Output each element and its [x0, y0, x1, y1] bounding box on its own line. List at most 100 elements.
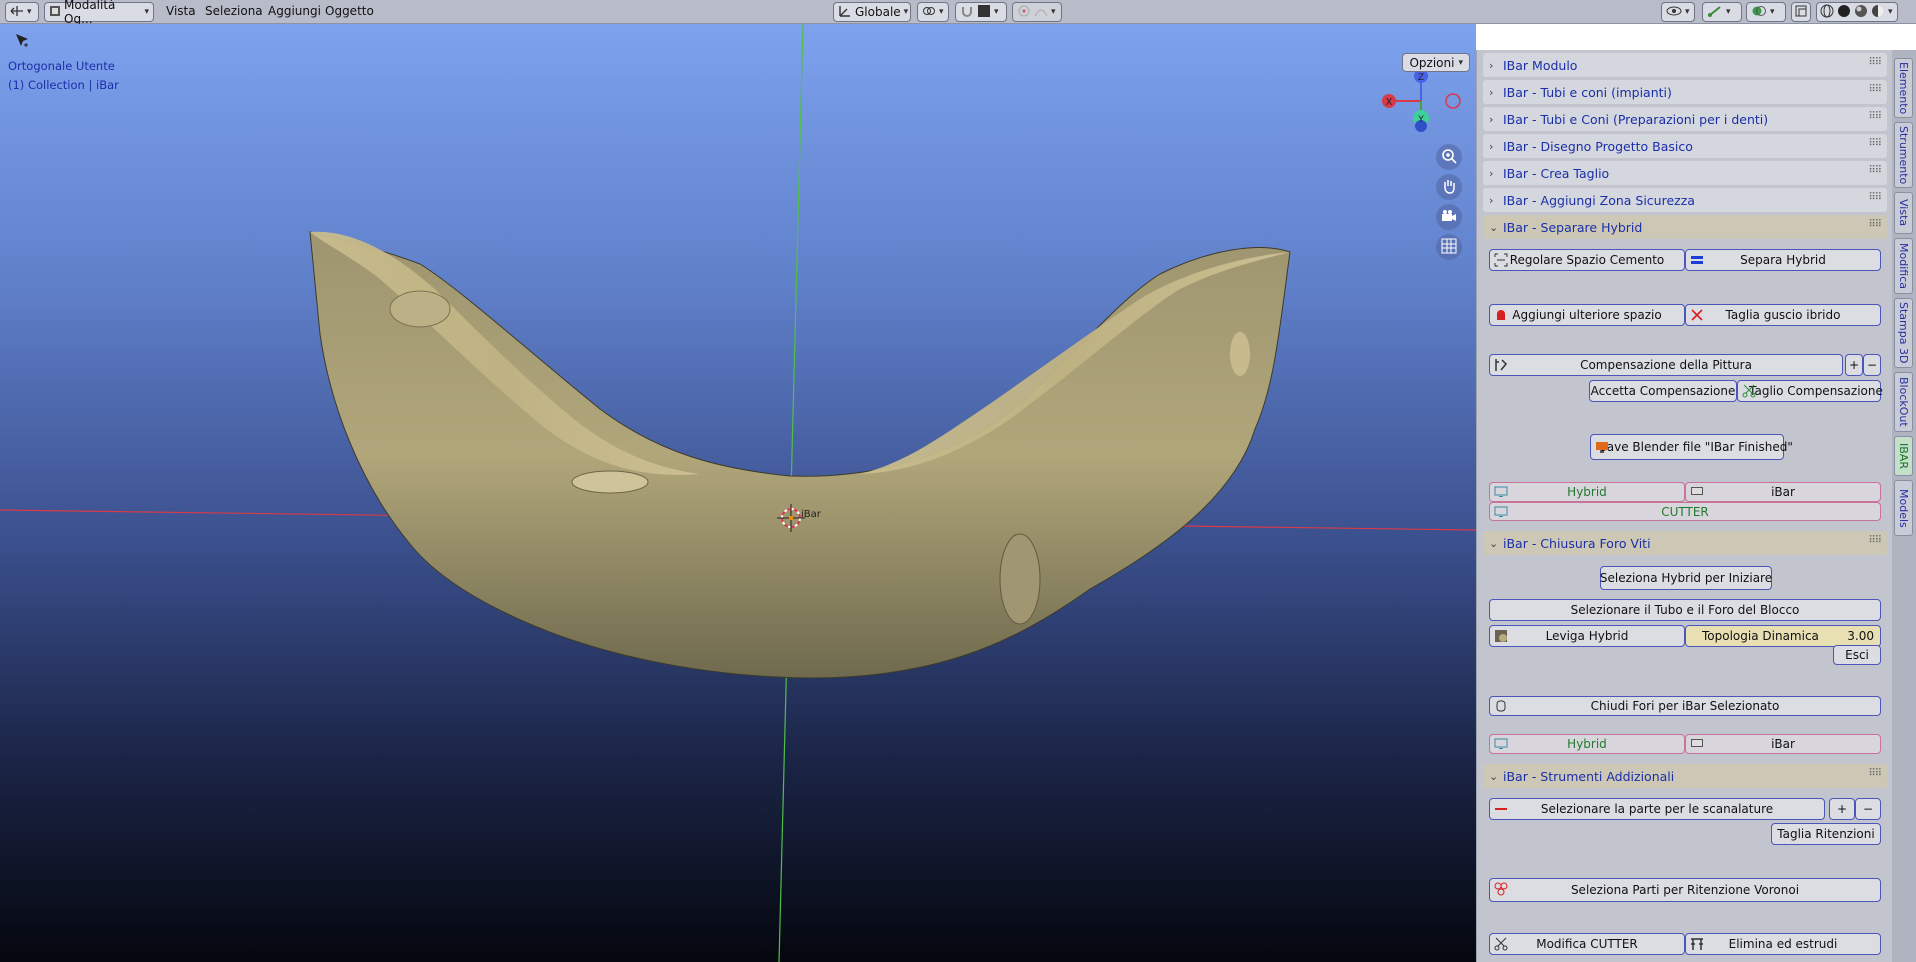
menu-oggetto[interactable]: Oggetto — [325, 4, 374, 18]
cutter-visibility-toggle[interactable]: CUTTER — [1489, 502, 1881, 521]
overlay-dropdown[interactable]: ▾ — [1746, 2, 1786, 22]
perspective-toggle-button[interactable] — [1436, 234, 1462, 260]
proportional-edit-dropdown[interactable]: ▾ — [1012, 2, 1062, 22]
snap-target-icon — [977, 4, 991, 21]
elimina-estrudi-button[interactable]: Elimina ed estrudi — [1685, 933, 1881, 955]
selezionare-parte-button[interactable]: Selezionare la parte per le scanalature — [1489, 798, 1825, 820]
modifica-cutter-button[interactable]: Modifica CUTTER — [1489, 933, 1685, 955]
gizmo-neg-x-axis[interactable] — [1445, 93, 1461, 109]
accetta-compensazione-button[interactable]: Accetta Compensazione — [1589, 380, 1737, 402]
tab-elemento[interactable]: Elemento — [1894, 58, 1913, 118]
tab-models[interactable]: Models — [1894, 480, 1913, 536]
panel-tubi-preparazioni[interactable]: › IBar - Tubi e Coni (Preparazioni per i… — [1483, 107, 1887, 131]
button-label: iBar — [1771, 737, 1795, 751]
hybrid-visibility-toggle[interactable]: Hybrid — [1489, 482, 1685, 502]
mode-dropdown[interactable]: Modalità Og... ▾ — [44, 0, 154, 26]
scanalature-minus-button[interactable]: − — [1855, 798, 1881, 820]
aggiungi-spazio-button[interactable]: Aggiungi ulteriore spazio — [1489, 304, 1685, 326]
drag-grip-icon[interactable]: ⠿⠿ — [1868, 111, 1882, 122]
monitor-icon — [1690, 485, 1704, 499]
panel-ibar-modulo[interactable]: › IBar Modulo ⠿⠿ — [1483, 53, 1887, 77]
button-label: Modifica CUTTER — [1536, 937, 1638, 951]
ibar-visibility-toggle[interactable]: iBar — [1685, 482, 1881, 502]
editor-type-button[interactable]: ▾ — [5, 2, 39, 22]
drag-grip-icon[interactable]: ⠿⠿ — [1868, 165, 1882, 176]
taglia-guscio-button[interactable]: Taglia guscio ibrido — [1685, 304, 1881, 326]
tool-cursor-icon[interactable] — [14, 32, 30, 51]
tab-vista[interactable]: Vista — [1894, 192, 1913, 234]
shading-wireframe-icon[interactable] — [1820, 4, 1834, 21]
button-label: CUTTER — [1661, 504, 1709, 519]
compensazione-minus-button[interactable]: − — [1863, 354, 1881, 376]
visibility-dropdown[interactable]: ▾ — [1661, 2, 1695, 22]
tab-strumento[interactable]: Strumento — [1894, 122, 1913, 188]
sculpt-brush-icon — [1494, 629, 1508, 643]
taglio-compensazione-button[interactable]: Taglio Compensazione — [1737, 380, 1883, 402]
compensazione-plus-button[interactable]: + — [1845, 354, 1863, 376]
navigation-gizmo[interactable]: X Z Y — [1382, 69, 1461, 132]
dental-model — [309, 231, 1291, 679]
tab-ibar[interactable]: IBAR — [1894, 436, 1913, 476]
shading-rendered-icon[interactable] — [1871, 4, 1885, 21]
ibar-visibility-toggle-2[interactable]: iBar — [1685, 734, 1881, 754]
chevron-down-icon: ▾ — [144, 7, 149, 17]
camera-view-button[interactable] — [1436, 204, 1462, 230]
separa-hybrid-button[interactable]: Separa Hybrid — [1685, 249, 1881, 271]
gizmo-dropdown[interactable]: ▾ — [1702, 2, 1742, 22]
options-dropdown[interactable]: Opzioni ▾ — [1402, 53, 1470, 72]
chiudi-fori-button[interactable]: Chiudi Fori per iBar Selezionato — [1489, 696, 1881, 716]
drag-grip-icon[interactable]: ⠿⠿ — [1868, 768, 1882, 779]
tab-blockout[interactable]: BlockOut — [1894, 372, 1913, 432]
voronoi-button[interactable]: Seleziona Parti per Ritenzione Voronoi — [1489, 878, 1881, 902]
panel-title: IBar - Separare Hybrid — [1503, 219, 1643, 235]
plus-icon: + — [1836, 802, 1848, 816]
menu-vista[interactable]: Vista — [166, 4, 196, 18]
panel-zona-sicurezza[interactable]: › IBar - Aggiungi Zona Sicurezza ⠿⠿ — [1483, 188, 1887, 212]
taglia-ritenzioni-button[interactable]: Taglia Ritenzioni — [1771, 823, 1881, 845]
drag-grip-icon[interactable]: ⠿⠿ — [1868, 219, 1882, 230]
snap-dropdown[interactable]: ▾ — [955, 2, 1007, 22]
menu-seleziona[interactable]: Seleziona — [205, 4, 263, 18]
panel-title: IBar - Disegno Progetto Basico — [1503, 138, 1693, 154]
regolare-spazio-button[interactable]: Regolare Spazio Cemento — [1489, 249, 1685, 271]
chevron-down-icon: ▾ — [1770, 7, 1775, 17]
drag-grip-icon[interactable]: ⠿⠿ — [1868, 138, 1882, 149]
panel-separare-hybrid[interactable]: ⌄ IBar - Separare Hybrid ⠿⠿ — [1483, 215, 1887, 239]
tab-modifica[interactable]: Modifica — [1894, 238, 1913, 294]
shading-solid-icon[interactable] — [1837, 4, 1851, 21]
tab-stampa-3d[interactable]: Stampa 3D — [1894, 298, 1913, 368]
scene-canvas: X Z Y — [0, 24, 1476, 962]
3d-viewport[interactable]: X Z Y Ortogonale Utente (1) Collection |… — [0, 24, 1476, 962]
zoom-button[interactable] — [1436, 144, 1462, 170]
monitor-outline-icon — [1494, 485, 1508, 499]
editor-type-icon — [10, 5, 24, 20]
shading-material-icon[interactable] — [1854, 4, 1868, 21]
pan-button[interactable] — [1436, 174, 1462, 200]
scanalature-plus-button[interactable]: + — [1829, 798, 1855, 820]
zoom-icon — [1441, 148, 1457, 167]
seleziona-hybrid-button[interactable]: Seleziona Hybrid per Iniziare — [1600, 566, 1772, 590]
chevron-down-icon: ⌄ — [1489, 769, 1499, 783]
selezionare-tubo-button[interactable]: Selezionare il Tubo e il Foro del Blocco — [1489, 599, 1881, 621]
sidebar-panel: › IBar Modulo ⠿⠿ › IBar - Tubi e coni (i… — [1476, 50, 1893, 962]
panel-crea-taglio[interactable]: › IBar - Crea Taglio ⠿⠿ — [1483, 161, 1887, 185]
drag-grip-icon[interactable]: ⠿⠿ — [1868, 57, 1882, 68]
topologia-dinamica-field[interactable]: Topologia Dinamica 3.00 — [1685, 625, 1881, 647]
drag-grip-icon[interactable]: ⠿⠿ — [1868, 84, 1882, 95]
menu-aggiungi[interactable]: Aggiungi — [268, 4, 321, 18]
panel-tubi-impianti[interactable]: › IBar - Tubi e coni (impianti) ⠿⠿ — [1483, 80, 1887, 104]
drag-grip-icon[interactable]: ⠿⠿ — [1868, 192, 1882, 203]
hybrid-visibility-toggle-2[interactable]: Hybrid — [1489, 734, 1685, 754]
esci-button[interactable]: Esci — [1833, 645, 1881, 665]
drag-grip-icon[interactable]: ⠿⠿ — [1868, 535, 1882, 546]
leviga-hybrid-button[interactable]: Leviga Hybrid — [1489, 625, 1685, 647]
panel-disegno-progetto[interactable]: › IBar - Disegno Progetto Basico ⠿⠿ — [1483, 134, 1887, 158]
minus-red-icon — [1494, 802, 1508, 816]
pivot-dropdown[interactable]: ▾ — [917, 2, 949, 22]
panel-chiusura-foro[interactable]: ⌄ iBar - Chiusura Foro Viti ⠿⠿ — [1483, 531, 1887, 555]
compensazione-pittura-button[interactable]: Compensazione della Pittura — [1489, 354, 1843, 376]
panel-strumenti-addizionali[interactable]: ⌄ iBar - Strumenti Addizionali ⠿⠿ — [1483, 764, 1887, 788]
xray-toggle[interactable] — [1791, 2, 1811, 22]
save-blender-file-button[interactable]: Save Blender file "IBar Finished" — [1590, 434, 1793, 460]
orientation-dropdown[interactable]: Globale ▾ — [833, 2, 911, 22]
